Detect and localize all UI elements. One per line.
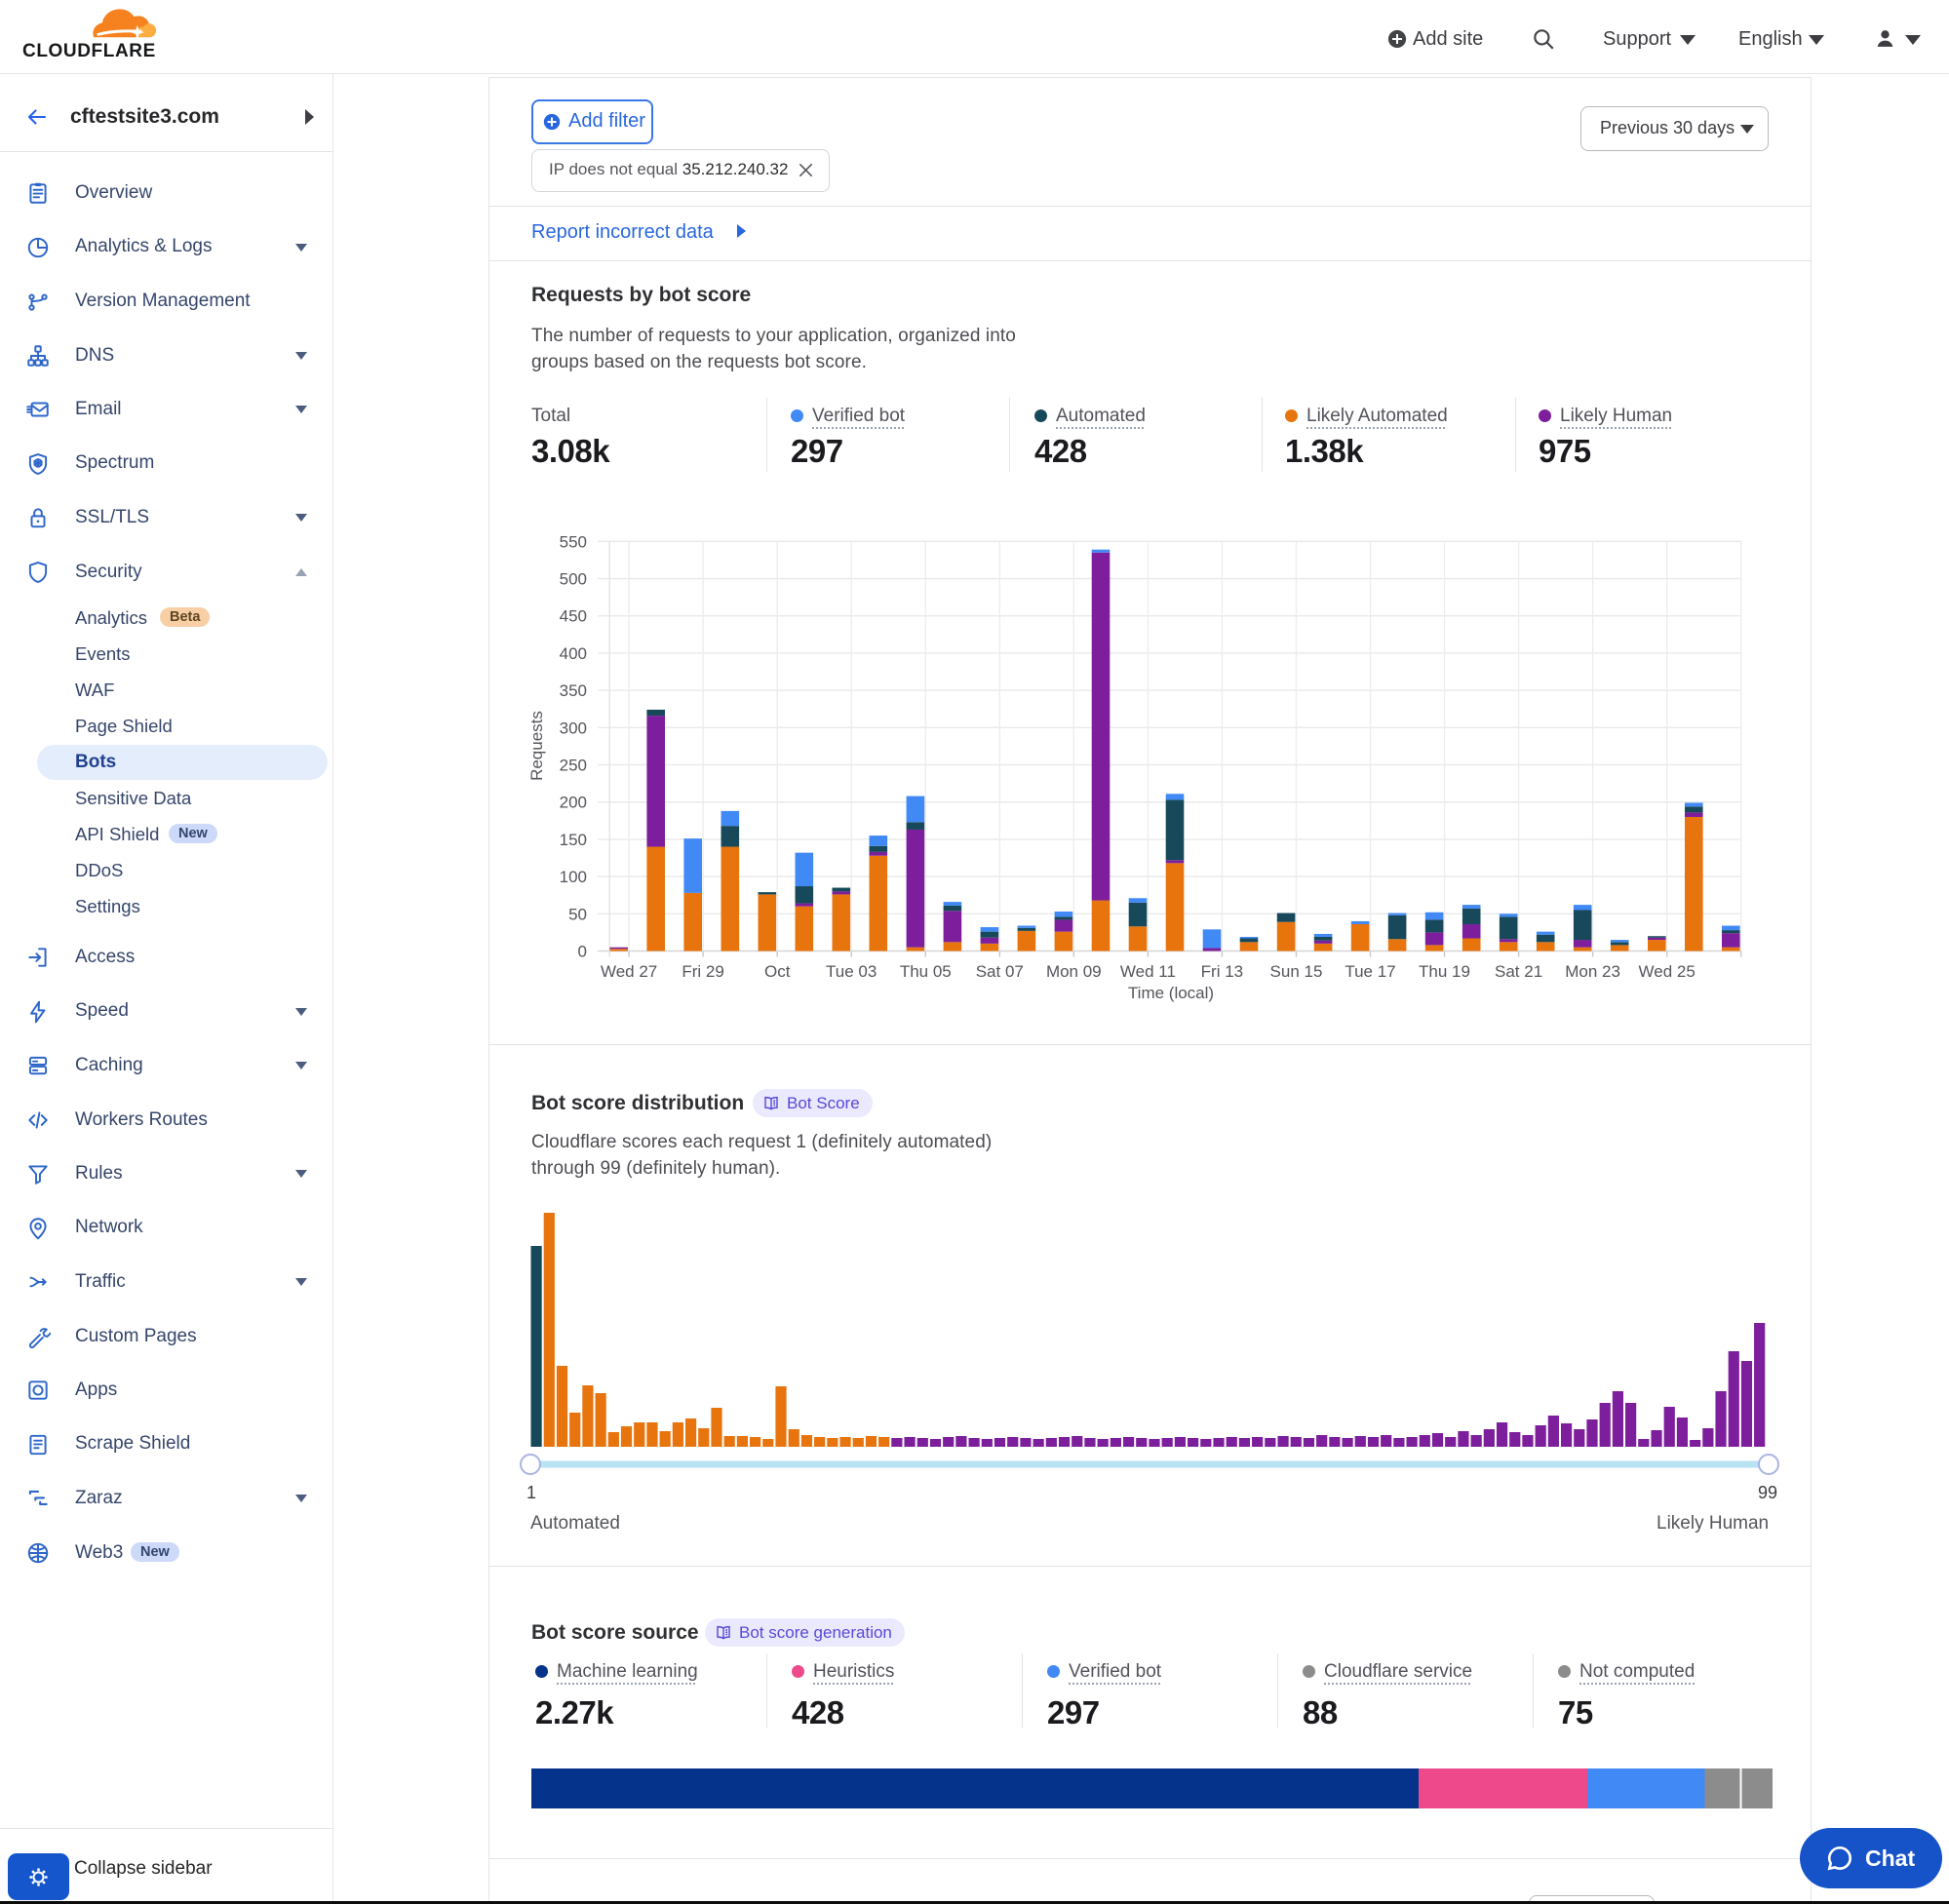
svg-text:Thu 05: Thu 05 bbox=[900, 962, 952, 981]
svg-text:Time (local): Time (local) bbox=[1128, 984, 1214, 1002]
svg-text:Requests: Requests bbox=[527, 711, 546, 781]
svg-text:450: 450 bbox=[560, 607, 587, 626]
svg-text:250: 250 bbox=[560, 757, 587, 775]
svg-text:Mon 09: Mon 09 bbox=[1046, 962, 1102, 981]
svg-text:350: 350 bbox=[560, 681, 587, 700]
svg-text:Tue 03: Tue 03 bbox=[826, 962, 877, 981]
svg-text:Wed 11: Wed 11 bbox=[1120, 962, 1176, 981]
svg-text:Sat 07: Sat 07 bbox=[976, 962, 1024, 981]
svg-text:400: 400 bbox=[560, 644, 587, 663]
svg-text:Wed 27: Wed 27 bbox=[601, 962, 657, 981]
svg-text:Mon 23: Mon 23 bbox=[1565, 962, 1620, 981]
svg-text:100: 100 bbox=[560, 868, 587, 886]
svg-text:550: 550 bbox=[560, 532, 587, 551]
svg-text:150: 150 bbox=[560, 831, 587, 849]
svg-text:Thu 19: Thu 19 bbox=[1419, 962, 1470, 981]
svg-text:Oct: Oct bbox=[764, 962, 791, 981]
svg-text:Wed 25: Wed 25 bbox=[1639, 962, 1696, 981]
svg-text:300: 300 bbox=[560, 719, 587, 737]
svg-text:Sun 15: Sun 15 bbox=[1270, 962, 1323, 981]
svg-text:0: 0 bbox=[578, 943, 587, 961]
svg-text:Fri 13: Fri 13 bbox=[1201, 962, 1243, 981]
svg-text:Fri 29: Fri 29 bbox=[682, 962, 723, 981]
svg-text:500: 500 bbox=[560, 570, 587, 589]
svg-text:50: 50 bbox=[568, 905, 587, 923]
svg-text:Sat 21: Sat 21 bbox=[1495, 962, 1542, 981]
svg-text:Tue 17: Tue 17 bbox=[1345, 962, 1395, 981]
svg-text:200: 200 bbox=[560, 794, 587, 812]
